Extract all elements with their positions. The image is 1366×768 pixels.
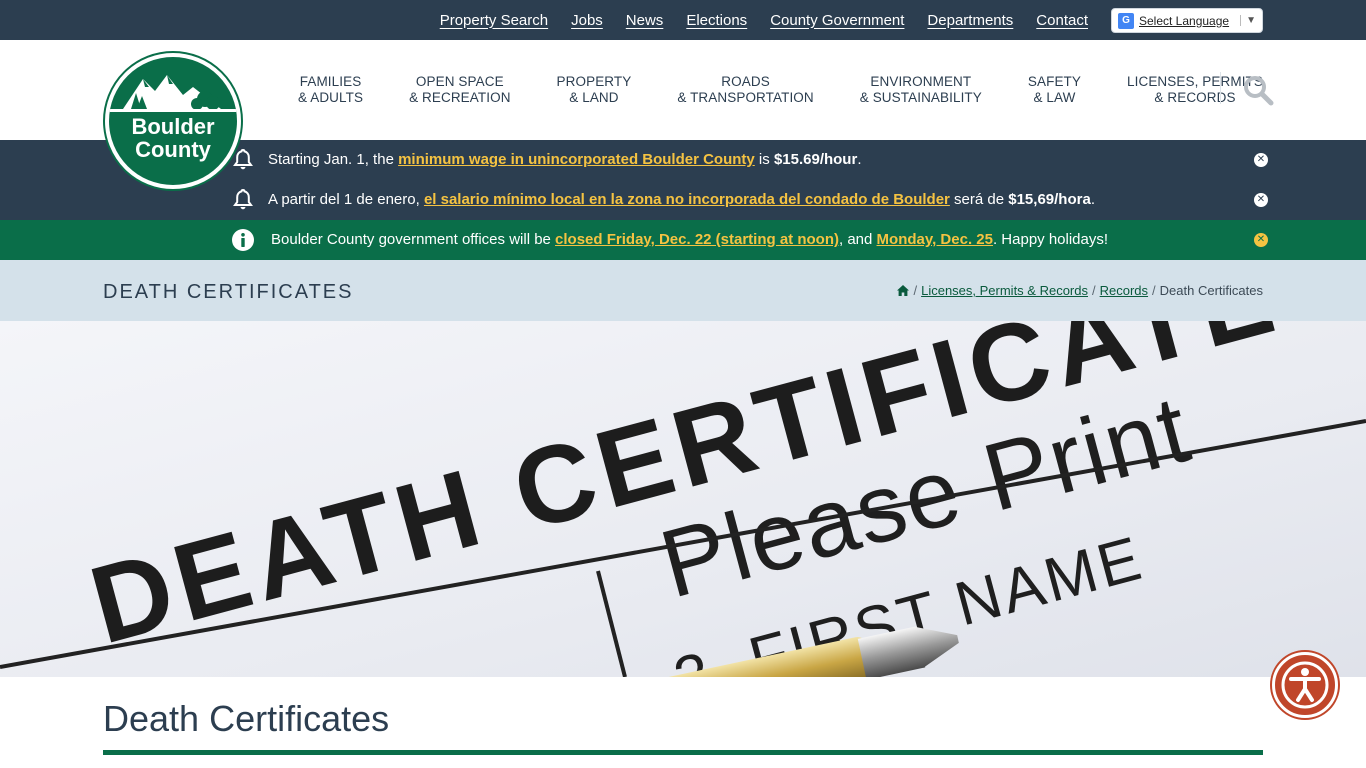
utility-link-contact[interactable]: Contact xyxy=(1036,12,1088,29)
alert-link-salario-minimo[interactable]: el salario mínimo local en la zona no in… xyxy=(424,191,950,208)
accessibility-icon xyxy=(1281,661,1329,709)
hero-image: DEATH CERTIFICATE Please Print 2. FIRST … xyxy=(0,321,1366,677)
alert-text-after: . Happy holidays! xyxy=(992,231,1109,248)
alert-text-before: Starting Jan. 1, the xyxy=(268,151,399,168)
search-button[interactable] xyxy=(1242,74,1274,106)
main-heading: Death Certificates xyxy=(103,698,390,739)
breadcrumb-records[interactable]: Records xyxy=(1100,283,1148,298)
nav-item-line-1: OPEN SPACE xyxy=(415,74,504,89)
close-icon: ✕ xyxy=(1256,194,1266,205)
breadcrumb-separator: / xyxy=(1152,283,1156,298)
nav-item-line-1: ROADS xyxy=(721,74,770,89)
nav-item-line-2: & LAW xyxy=(1033,90,1076,105)
heading-divider xyxy=(103,750,1263,755)
nav-item-safety-law[interactable]: SAFETY & LAW xyxy=(1005,74,1104,106)
close-icon: ✕ xyxy=(1256,234,1266,245)
page-title-band: DEATH CERTIFICATES / Licenses, Permits &… xyxy=(0,260,1366,321)
nav-item-roads-transportation[interactable]: ROADS & TRANSPORTATION xyxy=(654,74,836,106)
nav-item-line-1: FAMILIES xyxy=(299,74,362,89)
alert-wage-amount: $15.69/hour xyxy=(773,151,858,168)
logo-badge: Boulder County xyxy=(109,57,237,185)
close-alert-button[interactable]: ✕ xyxy=(1254,193,1268,207)
breadcrumb-separator: / xyxy=(1092,283,1096,298)
alert-text-middle: is xyxy=(754,151,774,168)
main-nav: FAMILIES & ADULTS OPEN SPACE & RECREATIO… xyxy=(275,40,1286,140)
nav-item-property-land[interactable]: PROPERTY & LAND xyxy=(534,74,655,106)
boulder-county-logo[interactable]: Boulder County xyxy=(103,51,243,191)
death-certificate-photo: DEATH CERTIFICATE Please Print 2. FIRST … xyxy=(0,321,1366,677)
close-alert-button[interactable]: ✕ xyxy=(1254,233,1268,247)
alert-holiday-closure: Boulder County government offices will b… xyxy=(0,220,1366,260)
logo-line-1: Boulder xyxy=(131,114,215,139)
nav-item-line-2: & LAND xyxy=(569,90,619,105)
page-title: DEATH CERTIFICATES xyxy=(103,281,354,303)
nav-item-line-1: PROPERTY xyxy=(556,74,632,89)
utility-link-county-government[interactable]: County Government xyxy=(770,12,904,29)
utility-link-news[interactable]: News xyxy=(626,12,664,29)
nav-item-line-1: ENVIRONMENT xyxy=(870,74,972,89)
home-icon[interactable] xyxy=(897,285,910,296)
nav-item-line-2: & SUSTAINABILITY xyxy=(859,90,982,105)
breadcrumb-separator: / xyxy=(913,283,918,298)
alert-text: A partir del 1 de enero, el salario míni… xyxy=(268,180,1095,220)
alert-link-closed-friday[interactable]: closed Friday, Dec. 22 (starting at noon… xyxy=(555,231,839,248)
close-alert-button[interactable]: ✕ xyxy=(1254,153,1268,167)
accessibility-button[interactable] xyxy=(1272,652,1338,718)
logo-wordmark: Boulder County xyxy=(109,115,237,161)
alert-text-before: A partir del 1 de enero, xyxy=(268,191,424,208)
alert-link-minimum-wage[interactable]: minimum wage in unincorporated Boulder C… xyxy=(398,151,755,168)
utility-link-property-search[interactable]: Property Search xyxy=(440,12,548,29)
alert-wage-amount: $15,69/hora xyxy=(1008,191,1091,208)
breadcrumb-current: Death Certificates xyxy=(1159,283,1263,298)
nav-item-line-2: & TRANSPORTATION xyxy=(677,90,814,105)
utility-nav: Property Search Jobs News Elections Coun… xyxy=(440,0,1088,40)
search-icon xyxy=(1244,76,1274,106)
utility-bar: Property Search Jobs News Elections Coun… xyxy=(0,0,1366,40)
alert-text-before: Boulder County government offices will b… xyxy=(271,231,556,248)
nav-item-families-adults[interactable]: FAMILIES & ADULTS xyxy=(275,74,386,106)
nav-item-environment-sustainability[interactable]: ENVIRONMENT & SUSTAINABILITY xyxy=(837,74,1005,106)
breadcrumb-licenses-permits-records[interactable]: Licenses, Permits & Records xyxy=(921,283,1088,298)
utility-link-elections[interactable]: Elections xyxy=(686,12,747,29)
breadcrumb: / Licenses, Permits & Records / Records … xyxy=(897,260,1263,321)
nav-item-open-space-recreation[interactable]: OPEN SPACE & RECREATION xyxy=(386,74,533,106)
alert-text-middle: , and xyxy=(839,231,877,248)
alert-text-middle: será de xyxy=(949,191,1009,208)
info-icon xyxy=(232,229,254,251)
nav-item-line-1: SAFETY xyxy=(1027,74,1082,89)
alert-link-monday[interactable]: Monday, Dec. 25 xyxy=(877,231,993,248)
chevron-down-icon: ▼ xyxy=(1240,15,1256,26)
alert-text: Starting Jan. 1, the minimum wage in uni… xyxy=(268,140,861,180)
logo-line-2: County xyxy=(135,137,211,162)
language-select-label: Select Language xyxy=(1139,13,1230,28)
nav-divider xyxy=(1220,72,1221,104)
alert-minimum-wage-es: A partir del 1 de enero, el salario míni… xyxy=(0,180,1366,220)
google-translate-icon: G xyxy=(1118,12,1134,29)
site-header: Boulder County FAMILIES & ADULTS OPEN SP… xyxy=(0,40,1366,191)
alert-text-after: . xyxy=(1090,191,1095,208)
bell-icon xyxy=(233,188,253,210)
language-select[interactable]: G Select Language ▼ xyxy=(1111,8,1263,33)
close-icon: ✕ xyxy=(1256,154,1266,165)
alert-text: Boulder County government offices will b… xyxy=(271,220,1108,260)
nav-item-line-2: & ADULTS xyxy=(298,90,364,105)
nav-item-line-2: & RECREATION xyxy=(409,90,511,105)
utility-link-departments[interactable]: Departments xyxy=(927,12,1013,29)
utility-link-jobs[interactable]: Jobs xyxy=(571,12,603,29)
alert-text-after: . xyxy=(857,151,862,168)
